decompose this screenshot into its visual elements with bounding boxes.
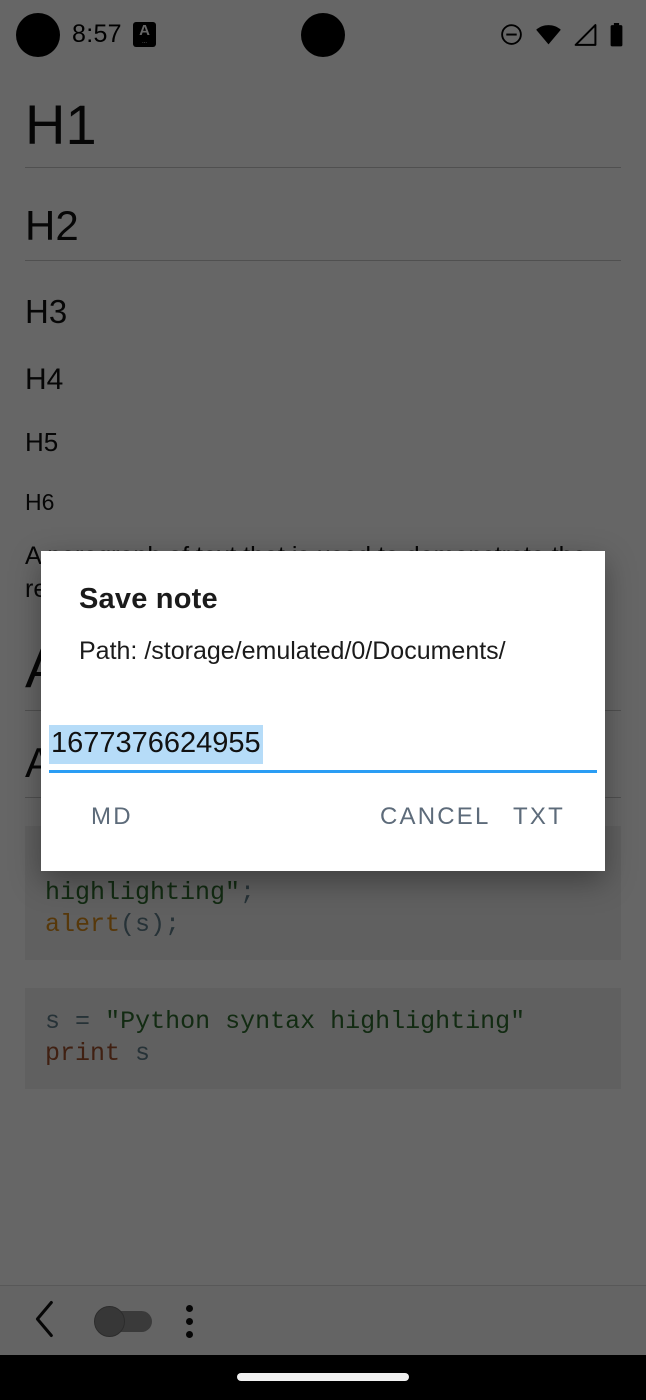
save-as-txt-button[interactable]: TXT bbox=[513, 803, 565, 831]
phone-screen: 8:57 A ... bbox=[0, 0, 646, 1400]
home-gesture-pill[interactable] bbox=[237, 1373, 409, 1381]
cancel-button[interactable]: CANCEL bbox=[380, 803, 491, 831]
dialog-actions: MD CANCEL TXT bbox=[41, 803, 605, 863]
filename-field-wrap[interactable]: 1677376624955 bbox=[49, 725, 597, 765]
dialog-title: Save note bbox=[79, 583, 218, 615]
camera-punch-hole-center bbox=[301, 13, 345, 57]
save-note-dialog: Save note Path: /storage/emulated/0/Docu… bbox=[41, 551, 605, 871]
dialog-path-label: Path: /storage/emulated/0/Documents/ bbox=[79, 637, 506, 665]
filename-input-underline bbox=[49, 770, 597, 773]
save-as-md-button[interactable]: MD bbox=[91, 803, 133, 831]
camera-punch-hole-left bbox=[16, 13, 60, 57]
system-navigation-bar bbox=[0, 1355, 646, 1400]
filename-input[interactable]: 1677376624955 bbox=[49, 725, 263, 765]
